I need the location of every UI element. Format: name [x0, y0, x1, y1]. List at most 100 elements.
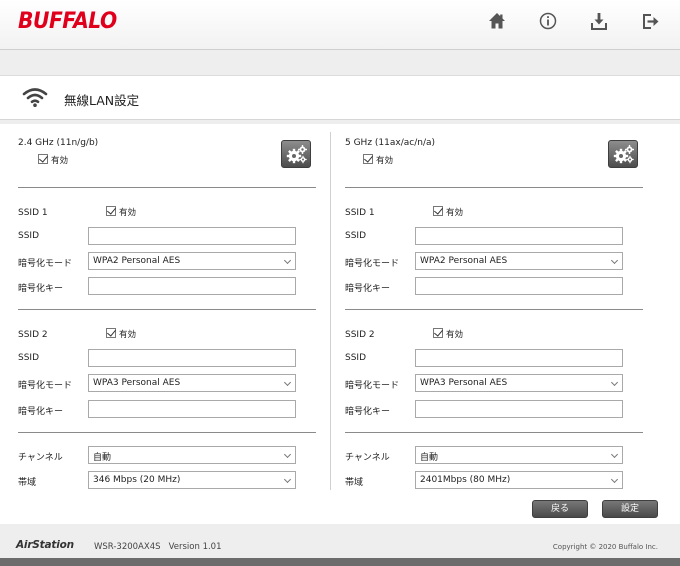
- ssid1-mode-label: 暗号化モード: [345, 259, 400, 269]
- ssid2-ssid-label: SSID: [18, 353, 40, 363]
- ssid1-ssid-input[interactable]: [88, 227, 296, 245]
- bandwidth-label: 帯域: [345, 478, 364, 488]
- ssid1-mode-label: 暗号化モード: [18, 259, 73, 269]
- ssid1-ssid-label: SSID: [345, 231, 367, 241]
- ssid2-enable-label: 有効: [446, 330, 464, 340]
- ssid1-encryption-select[interactable]: WPA2 Personal AES: [415, 252, 623, 270]
- ssid1-enable-checkbox[interactable]: [433, 206, 443, 216]
- ssid2-ssid-input[interactable]: [415, 349, 623, 367]
- advanced-settings-button[interactable]: [281, 140, 311, 168]
- save-button[interactable]: 設定: [602, 500, 658, 518]
- ssid2-mode-label: 暗号化モード: [18, 381, 73, 391]
- ssid1-enable-label: 有効: [446, 208, 464, 218]
- model-version: WSR-3200AX4S Version 1.01: [94, 542, 222, 552]
- section-divider: [18, 187, 316, 188]
- advanced-settings-button[interactable]: [608, 140, 638, 168]
- ssid1-encryption-value: WPA2 Personal AES: [93, 256, 181, 266]
- airstation-logo: AirStation: [16, 539, 74, 551]
- info-icon[interactable]: [538, 11, 558, 31]
- ssid2-encryption-value: WPA3 Personal AES: [420, 378, 508, 388]
- ssid2-enable-label: 有効: [119, 330, 137, 340]
- ssid2-key-input[interactable]: [415, 400, 623, 418]
- back-button[interactable]: 戻る: [532, 500, 588, 518]
- ssid2-enable-checkbox[interactable]: [106, 328, 116, 338]
- ssid1-ssid-text[interactable]: [89, 228, 295, 244]
- ssid1-key-label: 暗号化キー: [345, 284, 391, 294]
- bottom-bar: [0, 558, 680, 566]
- ssid1-enable-label: 有効: [119, 208, 137, 218]
- chevron-down-icon: [283, 450, 292, 459]
- ssid2-heading: SSID 2: [18, 330, 48, 340]
- settings-panel: 2.4 GHz (11n/g/b) 有効 SSID 1 有効 SSID 暗号化モ…: [0, 124, 680, 524]
- bandwidth-select[interactable]: 346 Mbps (20 MHz): [88, 471, 296, 489]
- home-icon[interactable]: [487, 11, 507, 31]
- ssid2-encryption-select[interactable]: WPA3 Personal AES: [88, 374, 296, 392]
- ssid2-key-text[interactable]: [416, 401, 622, 417]
- gear-icon: [286, 145, 307, 164]
- band-enable-label: 有効: [51, 156, 69, 166]
- chevron-down-icon: [610, 450, 619, 459]
- section-divider: [345, 432, 643, 433]
- ssid1-key-label: 暗号化キー: [18, 284, 64, 294]
- chevron-down-icon: [283, 475, 292, 484]
- ssid2-enable-checkbox[interactable]: [433, 328, 443, 338]
- ssid1-encryption-select[interactable]: WPA2 Personal AES: [88, 252, 296, 270]
- bandwidth-select[interactable]: 2401Mbps (80 MHz): [415, 471, 623, 489]
- page-title: 無線LAN設定: [64, 93, 140, 108]
- channel-value: 自動: [420, 453, 439, 463]
- ssid2-ssid-label: SSID: [345, 353, 367, 363]
- band-enable-checkbox[interactable]: [363, 154, 373, 164]
- ssid1-enable: 有効: [433, 206, 463, 218]
- channel-select[interactable]: 自動: [88, 446, 296, 464]
- ssid1-enable-checkbox[interactable]: [106, 206, 116, 216]
- ssid2-ssid-input[interactable]: [88, 349, 296, 367]
- band-enable-checkbox[interactable]: [38, 154, 48, 164]
- chevron-down-icon: [610, 475, 619, 484]
- chevron-down-icon: [283, 378, 292, 387]
- ssid1-heading: SSID 1: [345, 208, 375, 218]
- ssid2-enable: 有効: [106, 328, 136, 340]
- section-divider: [345, 309, 643, 310]
- section-divider: [345, 187, 643, 188]
- gear-icon: [613, 145, 634, 164]
- band-label: 2.4 GHz (11n/g/b): [18, 138, 99, 148]
- ssid1-enable: 有効: [106, 206, 136, 218]
- download-icon[interactable]: [589, 11, 609, 31]
- channel-select[interactable]: 自動: [415, 446, 623, 464]
- channel-value: 自動: [93, 453, 112, 463]
- channel-label: チャンネル: [345, 453, 390, 463]
- ssid1-key-text[interactable]: [89, 278, 295, 294]
- logout-icon[interactable]: [640, 11, 660, 31]
- wifi-icon: [22, 88, 48, 107]
- section-divider: [18, 309, 316, 310]
- ssid1-key-text[interactable]: [416, 278, 622, 294]
- channel-label: チャンネル: [18, 453, 63, 463]
- ssid2-enable: 有効: [433, 328, 463, 340]
- band-enable: 有効: [38, 154, 68, 166]
- top-header: BUFFALO: [0, 0, 680, 50]
- ssid2-key-label: 暗号化キー: [345, 407, 391, 417]
- band-enable: 有効: [363, 154, 393, 166]
- bandwidth-label: 帯域: [18, 478, 37, 488]
- bandwidth-value: 346 Mbps (20 MHz): [93, 475, 181, 485]
- ssid1-key-input[interactable]: [415, 277, 623, 295]
- band-5ghz-column: 5 GHz (11ax/ac/n/a) 有効 SSID 1 有効 SSID 暗号…: [329, 124, 643, 494]
- band-24ghz-column: 2.4 GHz (11n/g/b) 有効 SSID 1 有効 SSID 暗号化モ…: [2, 124, 316, 494]
- chevron-down-icon: [610, 378, 619, 387]
- ssid2-heading: SSID 2: [345, 330, 375, 340]
- ssid1-key-input[interactable]: [88, 277, 296, 295]
- ssid1-ssid-text[interactable]: [416, 228, 622, 244]
- ssid2-ssid-text[interactable]: [416, 350, 622, 366]
- ssid2-key-label: 暗号化キー: [18, 407, 64, 417]
- ssid1-encryption-value: WPA2 Personal AES: [420, 256, 508, 266]
- ssid2-key-text[interactable]: [89, 401, 295, 417]
- copyright: Copyright © 2020 Buffalo Inc.: [552, 543, 658, 551]
- ssid2-mode-label: 暗号化モード: [345, 381, 400, 391]
- ssid2-key-input[interactable]: [88, 400, 296, 418]
- page-title-bar: 無線LAN設定: [0, 75, 680, 120]
- ssid2-encryption-select[interactable]: WPA3 Personal AES: [415, 374, 623, 392]
- ssid1-ssid-input[interactable]: [415, 227, 623, 245]
- ssid2-encryption-value: WPA3 Personal AES: [93, 378, 181, 388]
- chevron-down-icon: [610, 256, 619, 265]
- ssid2-ssid-text[interactable]: [89, 350, 295, 366]
